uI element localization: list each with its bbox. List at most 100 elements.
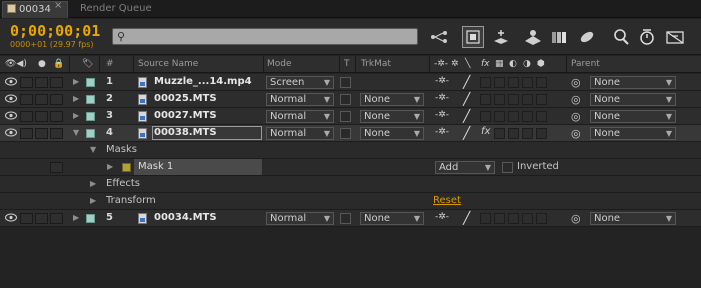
blend-mode-dropdown[interactable]: Screen ▼ (266, 76, 334, 89)
solo-switch[interactable] (35, 94, 48, 105)
solo-header-icon[interactable]: ● (38, 59, 46, 69)
blend-mode-dropdown[interactable]: Normal ▼ (266, 110, 334, 123)
lock-switch[interactable] (50, 128, 63, 139)
live-update-icon[interactable] (610, 26, 632, 48)
parent-pickwhip-icon[interactable]: ◎ (571, 93, 581, 106)
3d-layer-switch[interactable] (536, 94, 547, 105)
lock-switch[interactable] (50, 213, 63, 224)
reset-transform-link[interactable]: Reset (433, 195, 461, 206)
parent-dropdown[interactable]: None ▼ (590, 110, 676, 123)
motion-blur-switch-header-icon[interactable]: ◐ (509, 59, 517, 69)
shy-switch-header-icon[interactable]: -✲- (434, 59, 448, 69)
layer-source-name[interactable]: Muzzle_...14.mp4 (154, 76, 252, 87)
preserve-transparency-toggle[interactable] (340, 77, 351, 88)
search-input[interactable] (135, 30, 411, 43)
adjustment-switch[interactable] (522, 111, 533, 122)
comp-mini-flowchart-icon[interactable] (428, 26, 450, 48)
video-visibility-eye-icon[interactable] (5, 128, 17, 137)
parent-pickwhip-icon[interactable]: ◎ (571, 110, 581, 123)
effects-switch[interactable] (480, 94, 491, 105)
expand-transform-icon[interactable]: ▶ (90, 196, 96, 205)
frame-blend-switch[interactable] (494, 128, 505, 139)
effects-group-row[interactable]: ▶ Effects (0, 176, 701, 193)
blend-mode-dropdown[interactable]: Normal ▼ (266, 93, 334, 106)
parent-pickwhip-icon[interactable]: ◎ (571, 76, 581, 89)
mask-name[interactable]: Mask 1 (134, 159, 262, 175)
frame-blend-switch-header-icon[interactable]: ▦ (495, 59, 504, 69)
preserve-transparency-toggle[interactable] (340, 111, 351, 122)
collapse-switch-header-icon[interactable]: ✲ (451, 59, 459, 69)
parent-pickwhip-icon[interactable]: ◎ (571, 127, 581, 140)
parent-dropdown[interactable]: None ▼ (590, 212, 676, 225)
blend-mode-dropdown[interactable]: Normal ▼ (266, 127, 334, 140)
parent-header[interactable]: Parent (571, 59, 600, 69)
track-matte-dropdown[interactable]: None ▼ (360, 110, 424, 123)
shy-switch-icon[interactable]: -✲- (435, 93, 449, 103)
brainstorm-icon[interactable] (636, 26, 658, 48)
audio-switch[interactable] (20, 94, 33, 105)
layer-row-selected[interactable]: ▼ 4 00038.MTS Normal ▼ None ▼ -✲- ╱ fx ◎ N… (0, 125, 701, 142)
video-visibility-eye-icon[interactable] (5, 213, 17, 222)
mask-row[interactable]: ▶ Mask 1 Add ▼ Inverted (0, 159, 701, 176)
quality-switch-icon[interactable]: ╱ (463, 75, 470, 89)
3d-switch-header-icon[interactable]: ⬢ (537, 59, 545, 69)
parent-dropdown[interactable]: None ▼ (590, 127, 676, 140)
frame-blend-switch[interactable] (494, 77, 505, 88)
motion-blur-switch[interactable] (508, 128, 519, 139)
track-t-header[interactable]: T (344, 59, 350, 69)
expand-layer-icon[interactable]: ▶ (73, 111, 79, 120)
shy-layers-icon[interactable] (490, 26, 512, 48)
effects-switch[interactable] (480, 77, 491, 88)
layer-row[interactable]: ▶ 1 Muzzle_...14.mp4 Screen ▼ -✲- ╱ ◎ Non… (0, 74, 701, 91)
video-visibility-eye-icon[interactable] (5, 94, 17, 103)
expand-layer-icon[interactable]: ▶ (73, 77, 79, 86)
current-time-display[interactable]: 0;00;00;01 (10, 22, 100, 40)
adjustment-switch[interactable] (522, 77, 533, 88)
parent-dropdown[interactable]: None ▼ (590, 93, 676, 106)
track-matte-dropdown[interactable]: None ▼ (360, 127, 424, 140)
quality-switch-header-icon[interactable]: ╲ (465, 59, 470, 69)
frame-blend-switch[interactable] (494, 94, 505, 105)
layer-source-name[interactable]: 00034.MTS (154, 212, 217, 223)
search-box[interactable]: ⚲ (112, 28, 418, 45)
inverted-checkbox[interactable] (502, 162, 513, 173)
track-matte-dropdown[interactable]: None ▼ (360, 212, 424, 225)
collapse-masks-icon[interactable]: ▼ (90, 145, 96, 154)
mode-header[interactable]: Mode (267, 59, 292, 69)
motion-blur-switch[interactable] (508, 111, 519, 122)
blend-mode-dropdown[interactable]: Normal ▼ (266, 212, 334, 225)
video-visibility-eye-icon[interactable] (5, 77, 17, 86)
adjustment-switch[interactable] (522, 213, 533, 224)
expand-layer-icon[interactable]: ▶ (73, 213, 79, 222)
expand-effects-icon[interactable]: ▶ (90, 179, 96, 188)
audio-switch[interactable] (20, 128, 33, 139)
draft-3d-icon[interactable] (462, 26, 484, 48)
frame-blend-switch[interactable] (494, 111, 505, 122)
expand-mask-icon[interactable]: ▶ (107, 162, 113, 171)
track-matte-dropdown[interactable]: None ▼ (360, 93, 424, 106)
audio-switch[interactable] (20, 111, 33, 122)
quality-switch-icon[interactable]: ╱ (463, 126, 470, 140)
layer-row[interactable]: ▶ 5 00034.MTS Normal ▼ None ▼ -✲- ╱ ◎ None… (0, 210, 701, 227)
shy-switch-icon[interactable]: -✲- (435, 212, 449, 222)
3d-layer-switch[interactable] (536, 111, 547, 122)
solo-switch[interactable] (35, 128, 48, 139)
layer-row[interactable]: ▶ 2 00025.MTS Normal ▼ None ▼ -✲- ╱ ◎ None… (0, 91, 701, 108)
mask-label-color[interactable] (122, 163, 131, 172)
label-header-icon[interactable]: 🏷 (82, 59, 93, 69)
frame-blending-icon[interactable] (522, 26, 544, 48)
parent-pickwhip-icon[interactable]: ◎ (571, 212, 581, 225)
layer-row[interactable]: ▶ 3 00027.MTS Normal ▼ None ▼ -✲- ╱ ◎ None… (0, 108, 701, 125)
preserve-transparency-toggle[interactable] (340, 94, 351, 105)
auto-keyframe-icon[interactable] (664, 26, 686, 48)
tab-render-queue[interactable]: Render Queue (70, 1, 168, 18)
quality-switch-icon[interactable]: ╱ (463, 211, 470, 225)
transform-group-row[interactable]: ▶ Transform Reset (0, 193, 701, 210)
shy-switch-icon[interactable]: -✲- (435, 127, 449, 137)
layer-label-color[interactable] (86, 95, 95, 104)
masks-group-row[interactable]: ▼ Masks (0, 142, 701, 159)
adjustment-switch[interactable] (522, 128, 533, 139)
empty-layer-area[interactable] (0, 228, 701, 288)
layer-source-name[interactable]: 00025.MTS (154, 93, 217, 104)
3d-layer-switch[interactable] (536, 77, 547, 88)
